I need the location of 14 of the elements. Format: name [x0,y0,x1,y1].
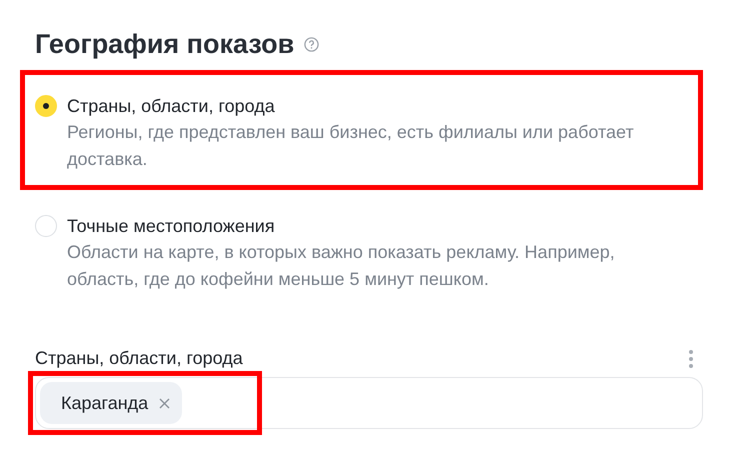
tag-label: Караганда [61,392,148,414]
option-label: Точные местоположения [67,215,276,237]
option-description: Регионы, где представлен ваш бизнес, есть филиалы или работает доставка. [67,121,635,171]
help-icon[interactable] [304,36,320,52]
tag-chip[interactable]: Караганда [40,382,182,424]
radio-button[interactable] [35,95,57,117]
section-title: География показов [35,28,294,60]
option-label: Страны, области, города [67,95,276,117]
radio-button[interactable] [35,215,57,237]
field-label: Страны, области, города [35,348,243,369]
more-icon[interactable] [689,348,693,368]
input-field[interactable]: Караганда [35,377,703,429]
option-description: Области на карте, в которых важно показать рекламу. Например, область, где до кофейни меньше 5 минут пешком. [67,241,616,291]
close-icon[interactable] [159,398,170,408]
